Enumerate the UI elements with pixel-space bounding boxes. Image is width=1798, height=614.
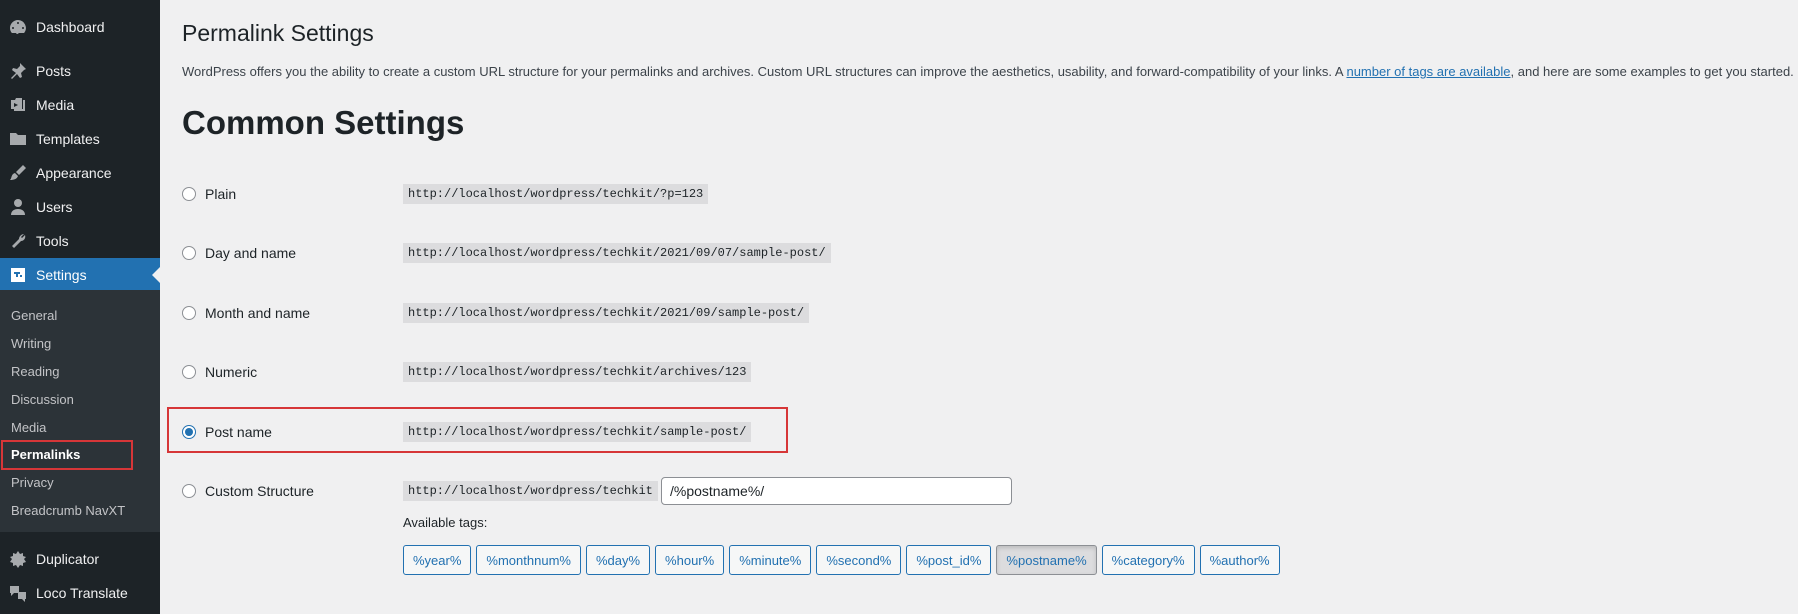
- tag-author-button[interactable]: %author%: [1199, 545, 1280, 575]
- submenu-writing[interactable]: Writing: [11, 336, 51, 351]
- menu-media[interactable]: Media: [0, 88, 160, 122]
- custom-structure-base-url: http://localhost/wordpress/techkit: [403, 481, 658, 501]
- submenu-media[interactable]: Media: [11, 420, 46, 435]
- current-menu-arrow: [152, 267, 160, 283]
- example-url-month-and-name: http://localhost/wordpress/techkit/2021/…: [403, 303, 810, 323]
- option-label: Plain: [205, 186, 237, 202]
- option-label: Numeric: [205, 364, 258, 380]
- option-post-name[interactable]: Post name: [182, 420, 272, 444]
- radio-month-and-name[interactable]: [182, 306, 196, 320]
- section-title: Common Settings: [182, 104, 465, 141]
- menu-label: Duplicator: [36, 551, 100, 567]
- menu-label: Posts: [36, 63, 72, 79]
- admin-sidebar: Dashboard Posts Media Templates Appearan…: [0, 0, 160, 614]
- option-plain[interactable]: Plain: [182, 182, 236, 206]
- menu-posts[interactable]: Posts: [0, 54, 160, 88]
- menu-tools[interactable]: Tools: [0, 224, 160, 258]
- menu-label: Tools: [36, 233, 69, 249]
- menu-label: Users: [36, 199, 73, 215]
- option-label: Day and name: [205, 245, 297, 261]
- menu-label: Media: [36, 97, 75, 113]
- available-tags-label: Available tags:: [403, 515, 488, 530]
- menu-label: Templates: [36, 131, 100, 147]
- option-month-and-name[interactable]: Month and name: [182, 301, 310, 325]
- menu-label: Appearance: [36, 165, 112, 181]
- tag-monthnum-button[interactable]: %monthnum%: [476, 545, 581, 575]
- tag-second-button[interactable]: %second%: [816, 545, 902, 575]
- dashboard-icon: [0, 17, 36, 37]
- main-content: Permalink Settings WordPress offers you …: [160, 0, 1798, 614]
- pin-icon: [0, 61, 36, 81]
- duplicator-icon: [0, 549, 36, 569]
- menu-appearance[interactable]: Appearance: [0, 156, 160, 190]
- example-url-numeric: http://localhost/wordpress/techkit/archi…: [403, 362, 752, 382]
- tag-postname-button[interactable]: %postname%: [996, 545, 1097, 575]
- submenu-reading[interactable]: Reading: [11, 364, 59, 379]
- intro-text-start: WordPress offers you the ability to crea…: [182, 64, 1347, 79]
- tag-day-button[interactable]: %day%: [585, 545, 651, 575]
- tag-category-button[interactable]: %category%: [1101, 545, 1195, 575]
- menu-templates[interactable]: Templates: [0, 122, 160, 156]
- intro-text: WordPress offers you the ability to crea…: [182, 64, 1794, 79]
- tag-post-id-button[interactable]: %post_id%: [906, 545, 992, 575]
- tag-minute-button[interactable]: %minute%: [729, 545, 812, 575]
- user-icon: [0, 197, 36, 217]
- wrench-icon: [0, 231, 36, 251]
- radio-day-and-name[interactable]: [182, 246, 196, 260]
- option-custom-structure[interactable]: Custom Structure: [182, 479, 314, 503]
- option-day-and-name[interactable]: Day and name: [182, 241, 296, 265]
- tag-year-button[interactable]: %year%: [403, 545, 472, 575]
- intro-text-end: , and here are some examples to get you …: [1510, 64, 1794, 79]
- option-label: Custom Structure: [205, 483, 314, 499]
- folder-icon: [0, 129, 36, 149]
- example-url-plain: http://localhost/wordpress/techkit/?p=12…: [403, 184, 709, 204]
- translate-icon: [0, 583, 36, 603]
- page-title: Permalink Settings: [182, 20, 374, 46]
- permalinks-highlight-box: [1, 440, 133, 470]
- settings-submenu: General Writing Reading Discussion Media…: [0, 290, 160, 532]
- media-icon: [0, 95, 36, 115]
- tag-hour-button[interactable]: %hour%: [655, 545, 725, 575]
- option-label: Post name: [205, 424, 272, 440]
- submenu-general[interactable]: General: [11, 308, 57, 323]
- custom-structure-input[interactable]: [661, 477, 1012, 505]
- menu-loco-translate[interactable]: Loco Translate: [0, 576, 160, 610]
- settings-icon: [0, 265, 36, 285]
- example-url-day-and-name: http://localhost/wordpress/techkit/2021/…: [403, 243, 831, 263]
- radio-numeric[interactable]: [182, 365, 196, 379]
- submenu-discussion[interactable]: Discussion: [11, 392, 74, 407]
- example-url-post-name: http://localhost/wordpress/techkit/sampl…: [403, 422, 752, 442]
- menu-users[interactable]: Users: [0, 190, 160, 224]
- available-tags-list: %year% %monthnum% %day% %hour% %minute% …: [403, 545, 1285, 575]
- menu-duplicator[interactable]: Duplicator: [0, 542, 160, 576]
- menu-label: Dashboard: [36, 19, 105, 35]
- tags-available-link[interactable]: number of tags are available: [1346, 64, 1510, 79]
- menu-label: Loco Translate: [36, 585, 128, 601]
- radio-custom-structure[interactable]: [182, 484, 196, 498]
- radio-post-name[interactable]: [182, 425, 196, 439]
- menu-label: Settings: [36, 267, 87, 283]
- option-numeric[interactable]: Numeric: [182, 360, 257, 384]
- brush-icon: [0, 163, 36, 183]
- submenu-breadcrumb-navxt[interactable]: Breadcrumb NavXT: [11, 503, 125, 518]
- menu-dashboard[interactable]: Dashboard: [0, 10, 160, 44]
- option-label: Month and name: [205, 305, 311, 321]
- radio-plain[interactable]: [182, 187, 196, 201]
- submenu-privacy[interactable]: Privacy: [11, 475, 54, 490]
- menu-settings[interactable]: Settings: [0, 258, 160, 292]
